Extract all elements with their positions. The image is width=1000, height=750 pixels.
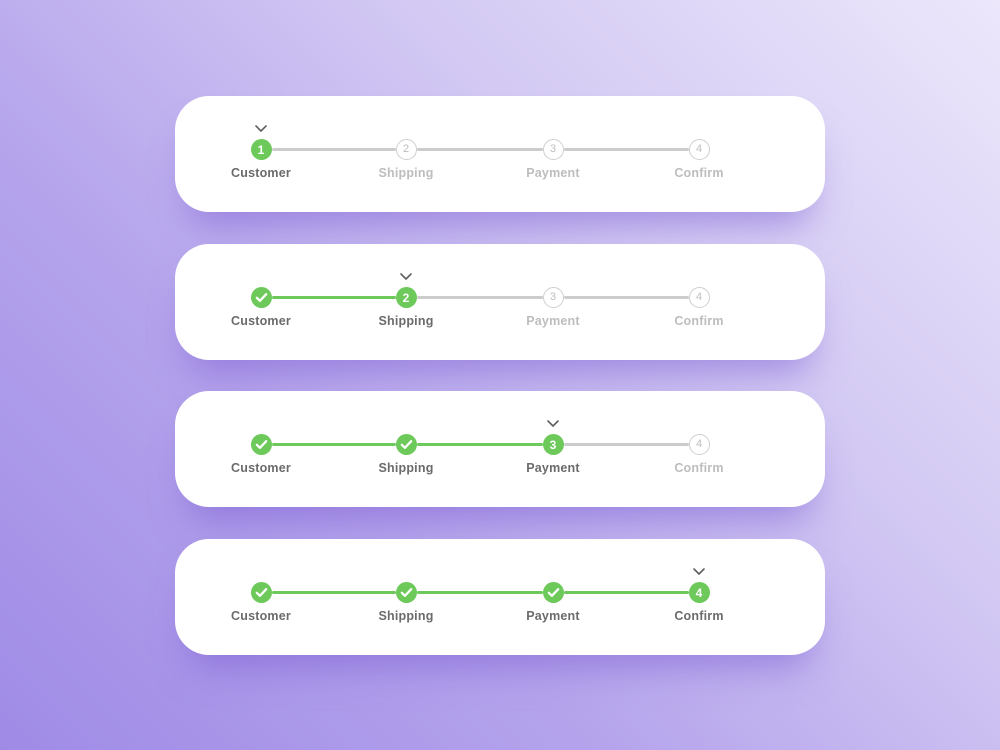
check-icon — [400, 587, 413, 598]
step-confirm-label[interactable]: Confirm — [639, 166, 759, 180]
step-number: 4 — [695, 438, 703, 450]
check-icon — [547, 587, 560, 598]
step-confirm-indicator[interactable]: 4 — [688, 582, 710, 603]
connector-payment-to-confirm — [563, 296, 689, 299]
connector-customer-to-shipping — [271, 296, 396, 299]
chevron-down-icon — [546, 419, 560, 428]
step-customer-label[interactable]: Customer — [201, 609, 321, 623]
stepper-card-1: 1 Customer 2 Shipping 3 Payment 4 Confirm — [175, 96, 825, 212]
step-shipping-label[interactable]: Shipping — [346, 461, 466, 475]
step-customer-indicator[interactable] — [250, 287, 272, 308]
check-icon — [255, 292, 268, 303]
connector-shipping-to-payment — [416, 443, 543, 446]
step-shipping-label[interactable]: Shipping — [346, 166, 466, 180]
check-icon — [255, 587, 268, 598]
step-shipping-label[interactable]: Shipping — [346, 314, 466, 328]
step-payment-indicator[interactable]: 3 — [542, 139, 564, 160]
connector-customer-to-shipping — [271, 148, 396, 151]
step-shipping-indicator[interactable]: 2 — [395, 287, 417, 308]
step-number: 4 — [695, 585, 703, 600]
check-icon — [400, 439, 413, 450]
step-customer-indicator[interactable] — [250, 582, 272, 603]
step-number: 2 — [402, 290, 410, 305]
step-customer-indicator[interactable]: 1 — [250, 139, 272, 160]
step-customer-indicator[interactable] — [250, 434, 272, 455]
connector-payment-to-confirm — [563, 591, 689, 594]
step-number: 2 — [402, 143, 410, 155]
step-shipping-indicator[interactable]: 2 — [395, 139, 417, 160]
step-customer-label[interactable]: Customer — [201, 461, 321, 475]
connector-customer-to-shipping — [271, 591, 396, 594]
step-payment-indicator[interactable] — [542, 582, 564, 603]
stepper-card-4: Customer Shipping Payment 4 Confirm — [175, 539, 825, 655]
step-number: 4 — [695, 291, 703, 303]
step-shipping-indicator[interactable] — [395, 582, 417, 603]
step-confirm-indicator[interactable]: 4 — [688, 139, 710, 160]
chevron-down-icon — [254, 124, 268, 133]
step-number: 3 — [549, 437, 557, 452]
chevron-down-icon — [692, 567, 706, 576]
connector-payment-to-confirm — [563, 148, 689, 151]
step-customer-label[interactable]: Customer — [201, 314, 321, 328]
connector-shipping-to-payment — [416, 296, 543, 299]
step-payment-label[interactable]: Payment — [493, 461, 613, 475]
connector-shipping-to-payment — [416, 591, 543, 594]
step-payment-label[interactable]: Payment — [493, 609, 613, 623]
step-payment-indicator[interactable]: 3 — [542, 434, 564, 455]
step-shipping-label[interactable]: Shipping — [346, 609, 466, 623]
step-confirm-indicator[interactable]: 4 — [688, 287, 710, 308]
step-shipping-indicator[interactable] — [395, 434, 417, 455]
step-confirm-label[interactable]: Confirm — [639, 461, 759, 475]
step-number: 4 — [695, 143, 703, 155]
stepper-card-2: Customer 2 Shipping 3 Payment 4 Confirm — [175, 244, 825, 360]
stepper-card-3: Customer Shipping 3 Payment 4 Confirm — [175, 391, 825, 507]
step-confirm-label[interactable]: Confirm — [639, 314, 759, 328]
step-payment-indicator[interactable]: 3 — [542, 287, 564, 308]
step-payment-label[interactable]: Payment — [493, 314, 613, 328]
step-number: 1 — [257, 142, 265, 157]
step-confirm-label[interactable]: Confirm — [639, 609, 759, 623]
check-icon — [255, 439, 268, 450]
connector-shipping-to-payment — [416, 148, 543, 151]
step-payment-label[interactable]: Payment — [493, 166, 613, 180]
step-confirm-indicator[interactable]: 4 — [688, 434, 710, 455]
step-number: 3 — [549, 143, 557, 155]
step-number: 3 — [549, 291, 557, 303]
chevron-down-icon — [399, 272, 413, 281]
connector-payment-to-confirm — [563, 443, 689, 446]
step-customer-label[interactable]: Customer — [201, 166, 321, 180]
connector-customer-to-shipping — [271, 443, 396, 446]
